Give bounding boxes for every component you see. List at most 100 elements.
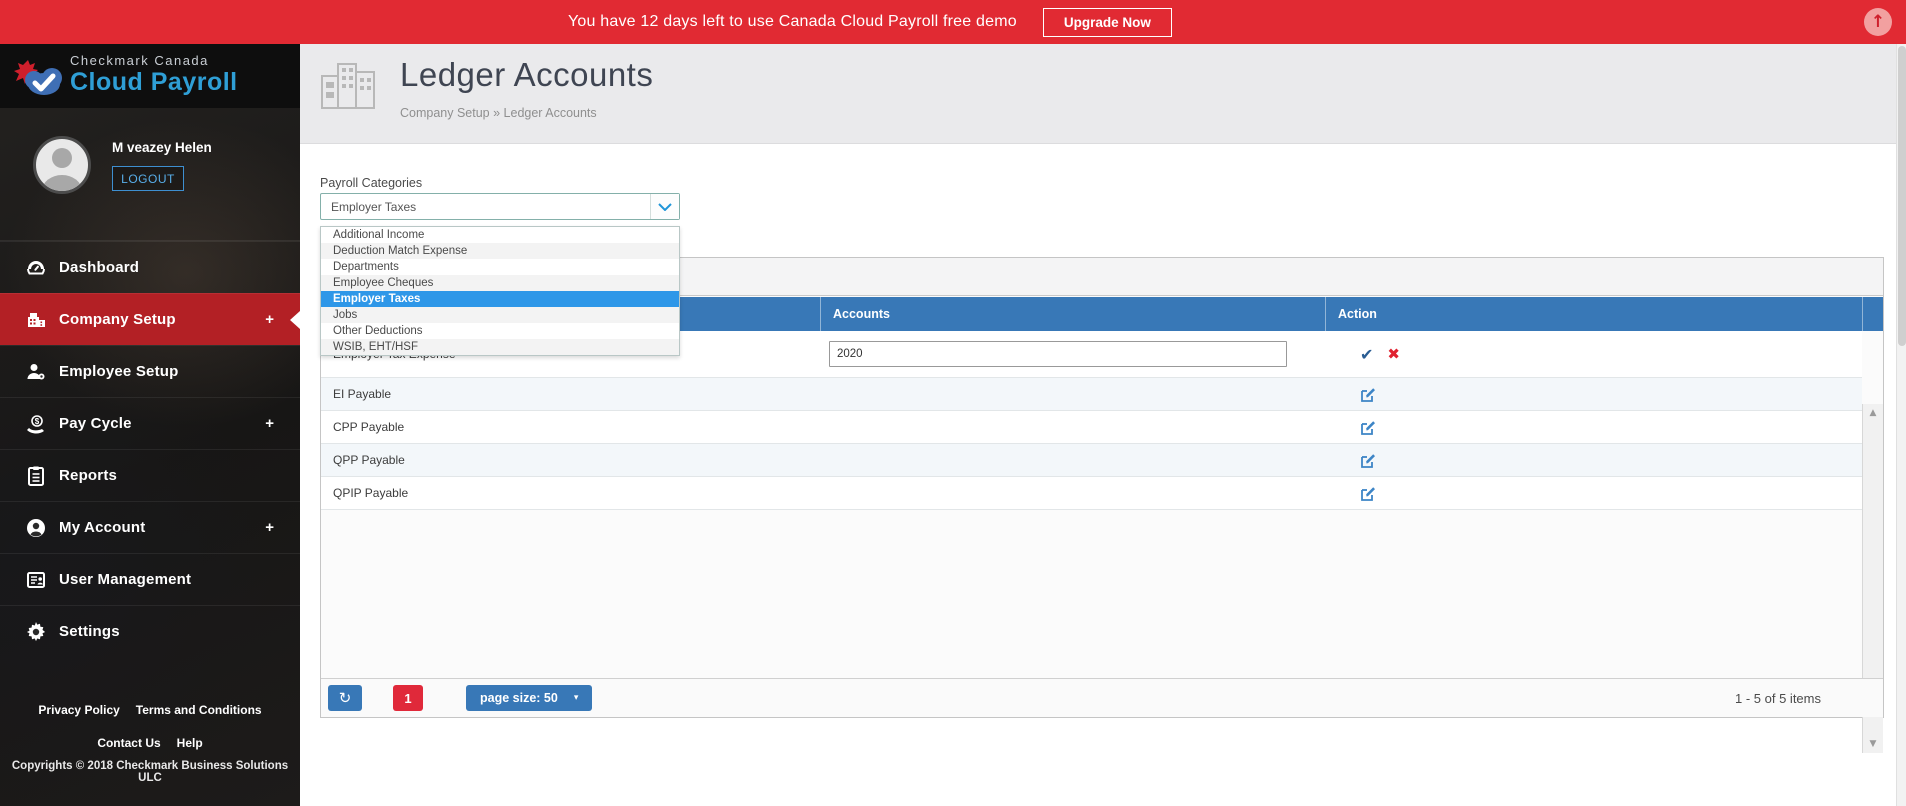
active-item-arrow xyxy=(290,310,300,329)
sidebar-item-company-setup[interactable]: Company Setup + xyxy=(0,293,300,345)
category-cell: QPP Payable xyxy=(333,453,405,467)
category-cell: EI Payable xyxy=(333,387,392,401)
edit-icon[interactable] xyxy=(1360,452,1377,469)
sidebar-item-label: Dashboard xyxy=(59,259,140,276)
refresh-button[interactable]: ↻ xyxy=(328,685,362,711)
table-row: EI Payable xyxy=(321,378,1862,411)
expand-plus-icon[interactable]: + xyxy=(265,311,274,328)
settings-icon xyxy=(25,621,47,642)
demo-banner: You have 12 days left to use Canada Clou… xyxy=(0,0,1906,44)
app-logo[interactable]: Checkmark Canada Cloud Payroll xyxy=(0,44,300,108)
dropdown-option[interactable]: Deduction Match Expense xyxy=(321,243,679,259)
column-header-action[interactable]: Action xyxy=(1326,297,1863,331)
table-row: QPP Payable xyxy=(321,444,1862,477)
page-size-dropdown[interactable]: page size: 50 ▾ xyxy=(466,685,593,711)
sidebar-item-dashboard[interactable]: Dashboard xyxy=(0,241,300,293)
employee-setup-icon xyxy=(25,362,47,382)
page-header: Ledger Accounts Company Setup » Ledger A… xyxy=(300,44,1896,144)
category-cell: CPP Payable xyxy=(333,420,405,434)
sidebar-item-label: Company Setup xyxy=(59,311,176,328)
sidebar-item-pay-cycle[interactable]: $ Pay Cycle + xyxy=(0,397,300,449)
account-number-input[interactable] xyxy=(829,341,1287,367)
page-scrollbar-thumb[interactable] xyxy=(1898,46,1906,346)
svg-text:$: $ xyxy=(34,417,39,426)
user-management-icon xyxy=(25,570,47,590)
dropdown-option[interactable]: Employee Cheques xyxy=(321,275,679,291)
table-row: QPIP Payable xyxy=(321,477,1862,510)
chevron-down-icon[interactable] xyxy=(650,194,679,219)
sidebar-item-label: My Account xyxy=(59,519,146,536)
ledger-building-icon xyxy=(318,60,380,115)
dropdown-option[interactable]: Additional Income xyxy=(321,227,679,243)
reports-icon xyxy=(25,466,47,486)
action-cell xyxy=(1326,386,1862,403)
upgrade-now-button[interactable]: Upgrade Now xyxy=(1042,7,1172,37)
scroll-to-top-icon[interactable]: ↑ xyxy=(1864,8,1892,36)
pager-info: 1 - 5 of 5 items xyxy=(1735,691,1821,706)
sidebar: Checkmark Canada Cloud Payroll M veazey … xyxy=(0,44,300,806)
grid-content: Employer Tax Expense✔✖EI PayableCPP Paya… xyxy=(321,331,1883,753)
sidebar-item-label: Employee Setup xyxy=(59,363,179,380)
dashboard-icon xyxy=(25,258,47,278)
edit-icon[interactable] xyxy=(1360,419,1377,436)
footer-link-help[interactable]: Help xyxy=(177,735,203,752)
grid-rows: Employer Tax Expense✔✖EI PayableCPP Paya… xyxy=(321,331,1862,510)
payroll-categories-label: Payroll Categories xyxy=(320,176,423,190)
sidebar-item-settings[interactable]: Settings xyxy=(0,605,300,657)
action-cell xyxy=(1326,419,1862,436)
user-panel: M veazey Helen LOGOUT xyxy=(0,108,300,241)
scrollbar-down-icon[interactable]: ▼ xyxy=(1863,739,1883,749)
column-header-filler xyxy=(1863,297,1883,331)
sidebar-item-label: User Management xyxy=(59,571,192,588)
page-scrollbar[interactable] xyxy=(1896,44,1906,806)
action-cell xyxy=(1326,452,1862,469)
caret-down-icon: ▾ xyxy=(573,693,579,703)
page-size-label: page size: 50 xyxy=(480,691,558,705)
dropdown-option[interactable]: Employer Taxes xyxy=(321,291,679,307)
breadcrumb: Company Setup » Ledger Accounts xyxy=(400,106,597,120)
logo-cloud-maple-icon xyxy=(14,56,66,103)
dropdown-option[interactable]: Other Deductions xyxy=(321,323,679,339)
expand-plus-icon[interactable]: + xyxy=(265,519,274,536)
edit-icon[interactable] xyxy=(1360,485,1377,502)
grid-pager: ↻ 1 page size: 50 ▾ 1 - 5 of 5 items xyxy=(321,678,1883,717)
footer-link-terms-and-conditions[interactable]: Terms and Conditions xyxy=(136,702,262,719)
sidebar-item-user-management[interactable]: User Management xyxy=(0,553,300,605)
logo-line2: Cloud Payroll xyxy=(70,68,238,96)
sidebar-item-employee-setup[interactable]: Employee Setup xyxy=(0,345,300,397)
company-setup-icon xyxy=(25,310,47,330)
page-title: Ledger Accounts xyxy=(400,56,654,93)
sidebar-item-label: Pay Cycle xyxy=(59,415,132,432)
logout-button[interactable]: LOGOUT xyxy=(112,166,184,191)
app-window: You have 12 days left to use Canada Clou… xyxy=(0,0,1906,806)
column-header-accounts[interactable]: Accounts xyxy=(821,297,1326,331)
scrollbar-up-icon[interactable]: ▲ xyxy=(1863,408,1883,418)
sidebar-menu: Dashboard Company Setup + Employee Setup $ Pa… xyxy=(0,241,300,657)
expand-plus-icon[interactable]: + xyxy=(265,415,274,432)
payroll-categories-select[interactable]: Employer Taxes xyxy=(320,193,680,220)
action-cell: ✔ ✖ xyxy=(1326,345,1862,364)
footer-link-contact-us[interactable]: Contact Us xyxy=(97,735,160,752)
page-1-button[interactable]: 1 xyxy=(393,685,423,711)
select-value: Employer Taxes xyxy=(331,200,417,214)
logo-line1: Checkmark Canada xyxy=(70,53,209,68)
main-content: Ledger Accounts Company Setup » Ledger A… xyxy=(300,44,1896,806)
dropdown-option[interactable]: Jobs xyxy=(321,307,679,323)
cancel-x-icon[interactable]: ✖ xyxy=(1387,345,1400,363)
action-cell xyxy=(1326,485,1862,502)
copyright-text: Copyrights © 2018 Checkmark Business Sol… xyxy=(11,760,289,784)
sidebar-item-reports[interactable]: Reports xyxy=(0,449,300,501)
dropdown-option[interactable]: WSIB, EHT/HSF xyxy=(321,339,679,355)
edit-icon[interactable] xyxy=(1360,386,1377,403)
footer-link-privacy-policy[interactable]: Privacy Policy xyxy=(38,702,119,719)
category-cell: QPIP Payable xyxy=(333,486,409,500)
sidebar-item-label: Reports xyxy=(59,467,118,484)
sidebar-item-my-account[interactable]: My Account + xyxy=(0,501,300,553)
dropdown-option[interactable]: Departments xyxy=(321,259,679,275)
sidebar-footer: Privacy Policy Terms and Conditions Contac… xyxy=(0,702,300,784)
my-account-icon xyxy=(25,518,47,538)
pay-cycle-icon: $ xyxy=(25,414,47,434)
footer-links: Privacy Policy Terms and Conditions Contac… xyxy=(0,702,300,752)
accounts-cell xyxy=(821,341,1326,367)
confirm-check-icon[interactable]: ✔ xyxy=(1360,345,1373,364)
